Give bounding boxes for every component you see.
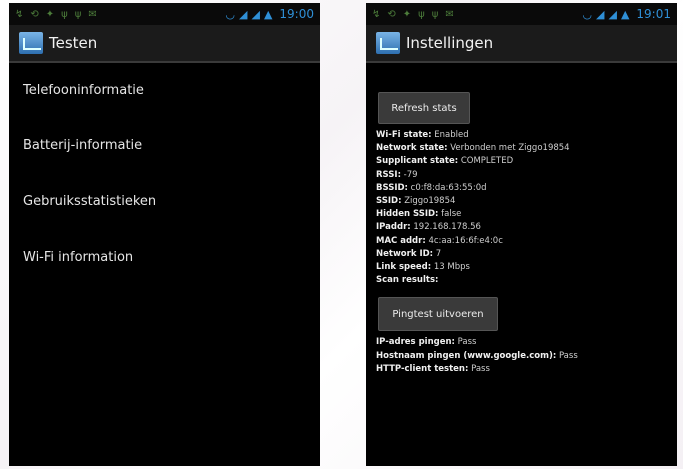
settings-icon: ✦ <box>45 8 55 20</box>
battery-icon: ▲ <box>620 7 630 21</box>
test-menu-list: Telefooninformatie Batterij-informatie G… <box>9 63 320 285</box>
usb-icon: ψ <box>61 8 68 20</box>
menu-item-wifi-info[interactable]: Wi-Fi information <box>9 229 320 285</box>
mail-icon: ✉ <box>88 8 97 20</box>
status-time: 19:01 <box>636 7 671 21</box>
status-bar: ↯ ⟲ ✦ ψ ψ ✉ ◡ ◢ ◢ ▲ 19:01 <box>366 3 677 25</box>
info-row-network-id: Network ID: 7 <box>376 248 442 259</box>
info-row-hidden-ssid: Hidden SSID: false <box>376 209 462 220</box>
info-row-mac-addr: MAC addr: 4c:aa:16:6f:e4:0c <box>376 235 503 246</box>
info-row-network-state: Network state: Verbonden met Ziggo19854 <box>376 143 570 154</box>
info-row-bssid: BSSID: c0:f8:da:63:55:0d <box>376 182 487 193</box>
right-phone-screen: ↯ ⟲ ✦ ψ ψ ✉ ◡ ◢ ◢ ▲ 19:01 Instellingen R… <box>366 3 677 466</box>
left-phone-screen: ↯ ⟲ ✦ ψ ψ ✉ ◡ ◢ ◢ ▲ 19:00 Testen Telefoo… <box>9 3 320 466</box>
menu-item-usage-stats[interactable]: Gebruiksstatistieken <box>9 173 320 229</box>
usb-icon: ↯ <box>372 8 381 20</box>
battery-icon: ▲ <box>263 7 273 21</box>
run-pingtest-button[interactable]: Pingtest uitvoeren <box>378 297 498 332</box>
notification-icons: ↯ ⟲ ✦ ψ ψ ✉ <box>372 9 454 20</box>
notification-icons: ↯ ⟲ ✦ ψ ψ ✉ <box>15 9 97 20</box>
info-row-wifi-state: Wi-Fi state: Enabled <box>376 130 469 140</box>
info-row-scan-results: Scan results: <box>376 275 439 286</box>
page-title: Instellingen <box>406 34 494 52</box>
action-bar: Instellingen <box>366 25 677 63</box>
ping-row-hostname: Hostnaam pingen (www.google.com): Pass <box>376 350 578 361</box>
ping-row-ip: IP-adres pingen: Pass <box>376 337 477 348</box>
status-bar: ↯ ⟲ ✦ ψ ψ ✉ ◡ ◢ ◢ ▲ 19:00 <box>9 3 320 25</box>
action-bar: Testen <box>9 25 320 63</box>
sync-icon: ⟲ <box>387 8 396 20</box>
info-row-ipaddr: IPaddr: 192.168.178.56 <box>376 222 481 233</box>
mail-icon: ✉ <box>445 8 454 20</box>
info-row-supplicant-state: Supplicant state: COMPLETED <box>376 156 514 167</box>
wifi-info-list: Wi-Fi state: Enabled Network state: Verb… <box>376 129 677 287</box>
info-row-ssid: SSID: Ziggo19854 <box>376 196 456 207</box>
signal-icon: ◢ <box>596 7 605 21</box>
signal-icon: ◢ <box>608 7 617 21</box>
info-row-link-speed: Link speed: 13 Mbps <box>376 262 470 273</box>
wifi-icon: ◡ <box>582 7 592 21</box>
menu-item-phone-info[interactable]: Telefooninformatie <box>9 63 320 117</box>
signal-icon: ◢ <box>239 7 248 21</box>
ping-results-list: IP-adres pingen: Pass Hostnaam pingen (w… <box>376 336 677 376</box>
usb-icon: ψ <box>74 8 82 20</box>
wifi-icon: ◡ <box>225 7 235 21</box>
wifi-info-content: Refresh stats Wi-Fi state: Enabled Netwo… <box>366 63 677 376</box>
app-settings-icon[interactable] <box>376 32 400 54</box>
app-settings-icon[interactable] <box>19 32 43 54</box>
refresh-stats-button[interactable]: Refresh stats <box>378 92 470 124</box>
menu-item-battery-info[interactable]: Batterij-informatie <box>9 117 320 173</box>
usb-icon: ↯ <box>15 8 24 20</box>
info-row-rssi: RSSI: -79 <box>376 169 418 180</box>
sync-icon: ⟲ <box>30 8 39 20</box>
usb-icon: ψ <box>418 8 425 20</box>
ping-row-http-client: HTTP-client testen: Pass <box>376 363 490 374</box>
page-title: Testen <box>49 34 98 52</box>
usb-icon: ψ <box>431 8 439 20</box>
signal-icon: ◢ <box>251 7 260 21</box>
settings-icon: ✦ <box>402 8 412 20</box>
status-time: 19:00 <box>279 7 314 21</box>
